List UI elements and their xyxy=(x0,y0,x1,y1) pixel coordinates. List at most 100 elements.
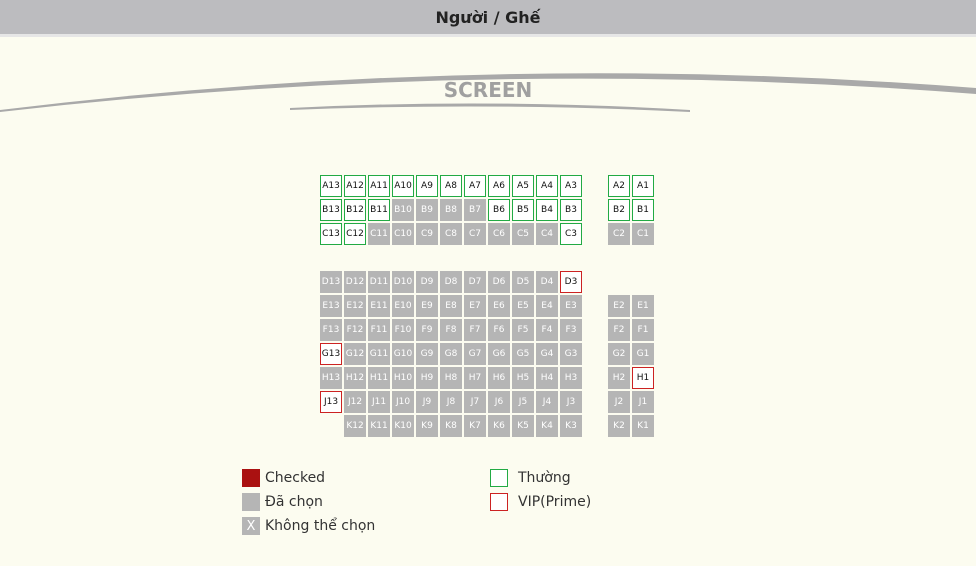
seat-J5[interactable]: J5 xyxy=(512,391,534,413)
seat-A6[interactable]: A6 xyxy=(488,175,510,197)
seat-H4[interactable]: H4 xyxy=(536,367,558,389)
seat-K5[interactable]: K5 xyxy=(512,415,534,437)
seat-G8[interactable]: G8 xyxy=(440,343,462,365)
seat-C7[interactable]: C7 xyxy=(464,223,486,245)
seat-B13[interactable]: B13 xyxy=(320,199,342,221)
seat-G9[interactable]: G9 xyxy=(416,343,438,365)
seat-H8[interactable]: H8 xyxy=(440,367,462,389)
seat-E2[interactable]: E2 xyxy=(608,295,630,317)
seat-B10[interactable]: B10 xyxy=(392,199,414,221)
seat-K6[interactable]: K6 xyxy=(488,415,510,437)
seat-E10[interactable]: E10 xyxy=(392,295,414,317)
seat-C12[interactable]: C12 xyxy=(344,223,366,245)
seat-B7[interactable]: B7 xyxy=(464,199,486,221)
seat-K4[interactable]: K4 xyxy=(536,415,558,437)
seat-E8[interactable]: E8 xyxy=(440,295,462,317)
seat-F2[interactable]: F2 xyxy=(608,319,630,341)
seat-D4[interactable]: D4 xyxy=(536,271,558,293)
seat-G2[interactable]: G2 xyxy=(608,343,630,365)
seat-H9[interactable]: H9 xyxy=(416,367,438,389)
seat-K7[interactable]: K7 xyxy=(464,415,486,437)
seat-E13[interactable]: E13 xyxy=(320,295,342,317)
seat-G10[interactable]: G10 xyxy=(392,343,414,365)
seat-F5[interactable]: F5 xyxy=(512,319,534,341)
seat-C1[interactable]: C1 xyxy=(632,223,654,245)
seat-G6[interactable]: G6 xyxy=(488,343,510,365)
seat-K8[interactable]: K8 xyxy=(440,415,462,437)
seat-H5[interactable]: H5 xyxy=(512,367,534,389)
seat-K2[interactable]: K2 xyxy=(608,415,630,437)
seat-F3[interactable]: F3 xyxy=(560,319,582,341)
seat-A3[interactable]: A3 xyxy=(560,175,582,197)
seat-F6[interactable]: F6 xyxy=(488,319,510,341)
seat-H10[interactable]: H10 xyxy=(392,367,414,389)
seat-G7[interactable]: G7 xyxy=(464,343,486,365)
seat-A5[interactable]: A5 xyxy=(512,175,534,197)
seat-A9[interactable]: A9 xyxy=(416,175,438,197)
seat-J8[interactable]: J8 xyxy=(440,391,462,413)
seat-K11[interactable]: K11 xyxy=(368,415,390,437)
seat-A1[interactable]: A1 xyxy=(632,175,654,197)
seat-H2[interactable]: H2 xyxy=(608,367,630,389)
seat-A12[interactable]: A12 xyxy=(344,175,366,197)
seat-B3[interactable]: B3 xyxy=(560,199,582,221)
seat-H3[interactable]: H3 xyxy=(560,367,582,389)
seat-B6[interactable]: B6 xyxy=(488,199,510,221)
seat-E1[interactable]: E1 xyxy=(632,295,654,317)
seat-C11[interactable]: C11 xyxy=(368,223,390,245)
seat-D13[interactable]: D13 xyxy=(320,271,342,293)
seat-J2[interactable]: J2 xyxy=(608,391,630,413)
seat-K10[interactable]: K10 xyxy=(392,415,414,437)
seat-F10[interactable]: F10 xyxy=(392,319,414,341)
seat-D7[interactable]: D7 xyxy=(464,271,486,293)
seat-K12[interactable]: K12 xyxy=(344,415,366,437)
seat-F7[interactable]: F7 xyxy=(464,319,486,341)
seat-H6[interactable]: H6 xyxy=(488,367,510,389)
seat-F13[interactable]: F13 xyxy=(320,319,342,341)
seat-J3[interactable]: J3 xyxy=(560,391,582,413)
seat-H1[interactable]: H1 xyxy=(632,367,654,389)
seat-G12[interactable]: G12 xyxy=(344,343,366,365)
seat-A13[interactable]: A13 xyxy=(320,175,342,197)
seat-C9[interactable]: C9 xyxy=(416,223,438,245)
seat-J4[interactable]: J4 xyxy=(536,391,558,413)
seat-C5[interactable]: C5 xyxy=(512,223,534,245)
seat-D11[interactable]: D11 xyxy=(368,271,390,293)
seat-H12[interactable]: H12 xyxy=(344,367,366,389)
seat-G5[interactable]: G5 xyxy=(512,343,534,365)
seat-G11[interactable]: G11 xyxy=(368,343,390,365)
seat-G4[interactable]: G4 xyxy=(536,343,558,365)
seat-B1[interactable]: B1 xyxy=(632,199,654,221)
seat-D3[interactable]: D3 xyxy=(560,271,582,293)
seat-A2[interactable]: A2 xyxy=(608,175,630,197)
seat-J12[interactable]: J12 xyxy=(344,391,366,413)
seat-B2[interactable]: B2 xyxy=(608,199,630,221)
seat-J6[interactable]: J6 xyxy=(488,391,510,413)
seat-A7[interactable]: A7 xyxy=(464,175,486,197)
seat-C10[interactable]: C10 xyxy=(392,223,414,245)
seat-J11[interactable]: J11 xyxy=(368,391,390,413)
seat-F12[interactable]: F12 xyxy=(344,319,366,341)
seat-H11[interactable]: H11 xyxy=(368,367,390,389)
seat-J1[interactable]: J1 xyxy=(632,391,654,413)
seat-H13[interactable]: H13 xyxy=(320,367,342,389)
seat-D6[interactable]: D6 xyxy=(488,271,510,293)
seat-G13[interactable]: G13 xyxy=(320,343,342,365)
seat-E6[interactable]: E6 xyxy=(488,295,510,317)
seat-K1[interactable]: K1 xyxy=(632,415,654,437)
seat-D8[interactable]: D8 xyxy=(440,271,462,293)
seat-F8[interactable]: F8 xyxy=(440,319,462,341)
seat-F1[interactable]: F1 xyxy=(632,319,654,341)
seat-F4[interactable]: F4 xyxy=(536,319,558,341)
seat-B9[interactable]: B9 xyxy=(416,199,438,221)
seat-D10[interactable]: D10 xyxy=(392,271,414,293)
seat-A4[interactable]: A4 xyxy=(536,175,558,197)
seat-C8[interactable]: C8 xyxy=(440,223,462,245)
seat-A11[interactable]: A11 xyxy=(368,175,390,197)
seat-B5[interactable]: B5 xyxy=(512,199,534,221)
seat-E5[interactable]: E5 xyxy=(512,295,534,317)
seat-H7[interactable]: H7 xyxy=(464,367,486,389)
seat-E3[interactable]: E3 xyxy=(560,295,582,317)
seat-E9[interactable]: E9 xyxy=(416,295,438,317)
seat-E4[interactable]: E4 xyxy=(536,295,558,317)
